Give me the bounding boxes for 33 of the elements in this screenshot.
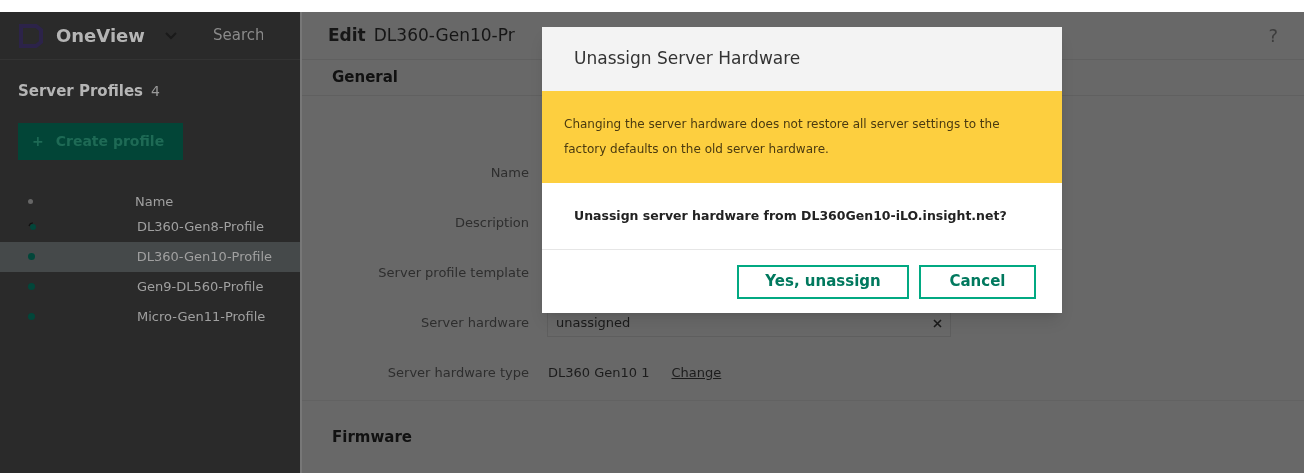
field-label: Server profile template [377, 264, 529, 283]
confirm-button[interactable]: Yes, unassign [737, 264, 909, 299]
profile-row[interactable]: DL360-Gen10-Profile [0, 241, 300, 272]
field-label: Name [489, 164, 529, 183]
cancel-button[interactable]: Cancel [919, 264, 1036, 299]
spinner-icon [28, 222, 37, 231]
field-value: DL360 Gen10 1 [548, 364, 650, 383]
profile-row[interactable]: Gen9-DL560-Profile [0, 271, 300, 302]
dialog-title: Unassign Server Hardware [574, 47, 801, 71]
warning-text: Changing the server hardware does not restore all server settings to the factory defaults on the old server hardware. [564, 116, 1001, 158]
section-heading: Firmware [332, 428, 412, 446]
change-link[interactable]: Change [671, 363, 722, 383]
edit-title: DL360-Gen10-Pr [373, 23, 515, 47]
field-label: Server hardware [420, 314, 529, 333]
profile-row[interactable]: Micro-Gen11-Profile [0, 301, 300, 332]
profile-name: Gen9-DL560-Profile [137, 277, 264, 296]
clear-icon[interactable] [933, 318, 942, 328]
search-field[interactable]: Search [212, 24, 263, 47]
column-header[interactable]: Name [135, 191, 174, 212]
profile-name: Micro-Gen11-Profile [137, 307, 266, 326]
field-label: Server hardware type [386, 364, 529, 383]
confirm-question: Unassign server hardware from DL360Gen10-iLO.insight.net? [574, 206, 1007, 225]
section-heading: General [332, 67, 398, 89]
profile-name: DL360-Gen10-Profile [136, 247, 272, 266]
edit-label: Edit [328, 23, 366, 47]
profile-name: DL360-Gen8-Profile [137, 217, 264, 236]
app-title: OneView [56, 24, 145, 48]
status-column-icon [28, 199, 33, 204]
field-label: Description [453, 214, 529, 233]
profile-count: 4 [151, 82, 160, 101]
section-title: Server Profiles [18, 81, 143, 102]
profile-row[interactable]: DL360-Gen8-Profile [0, 211, 300, 242]
logo-icon [18, 23, 44, 48]
